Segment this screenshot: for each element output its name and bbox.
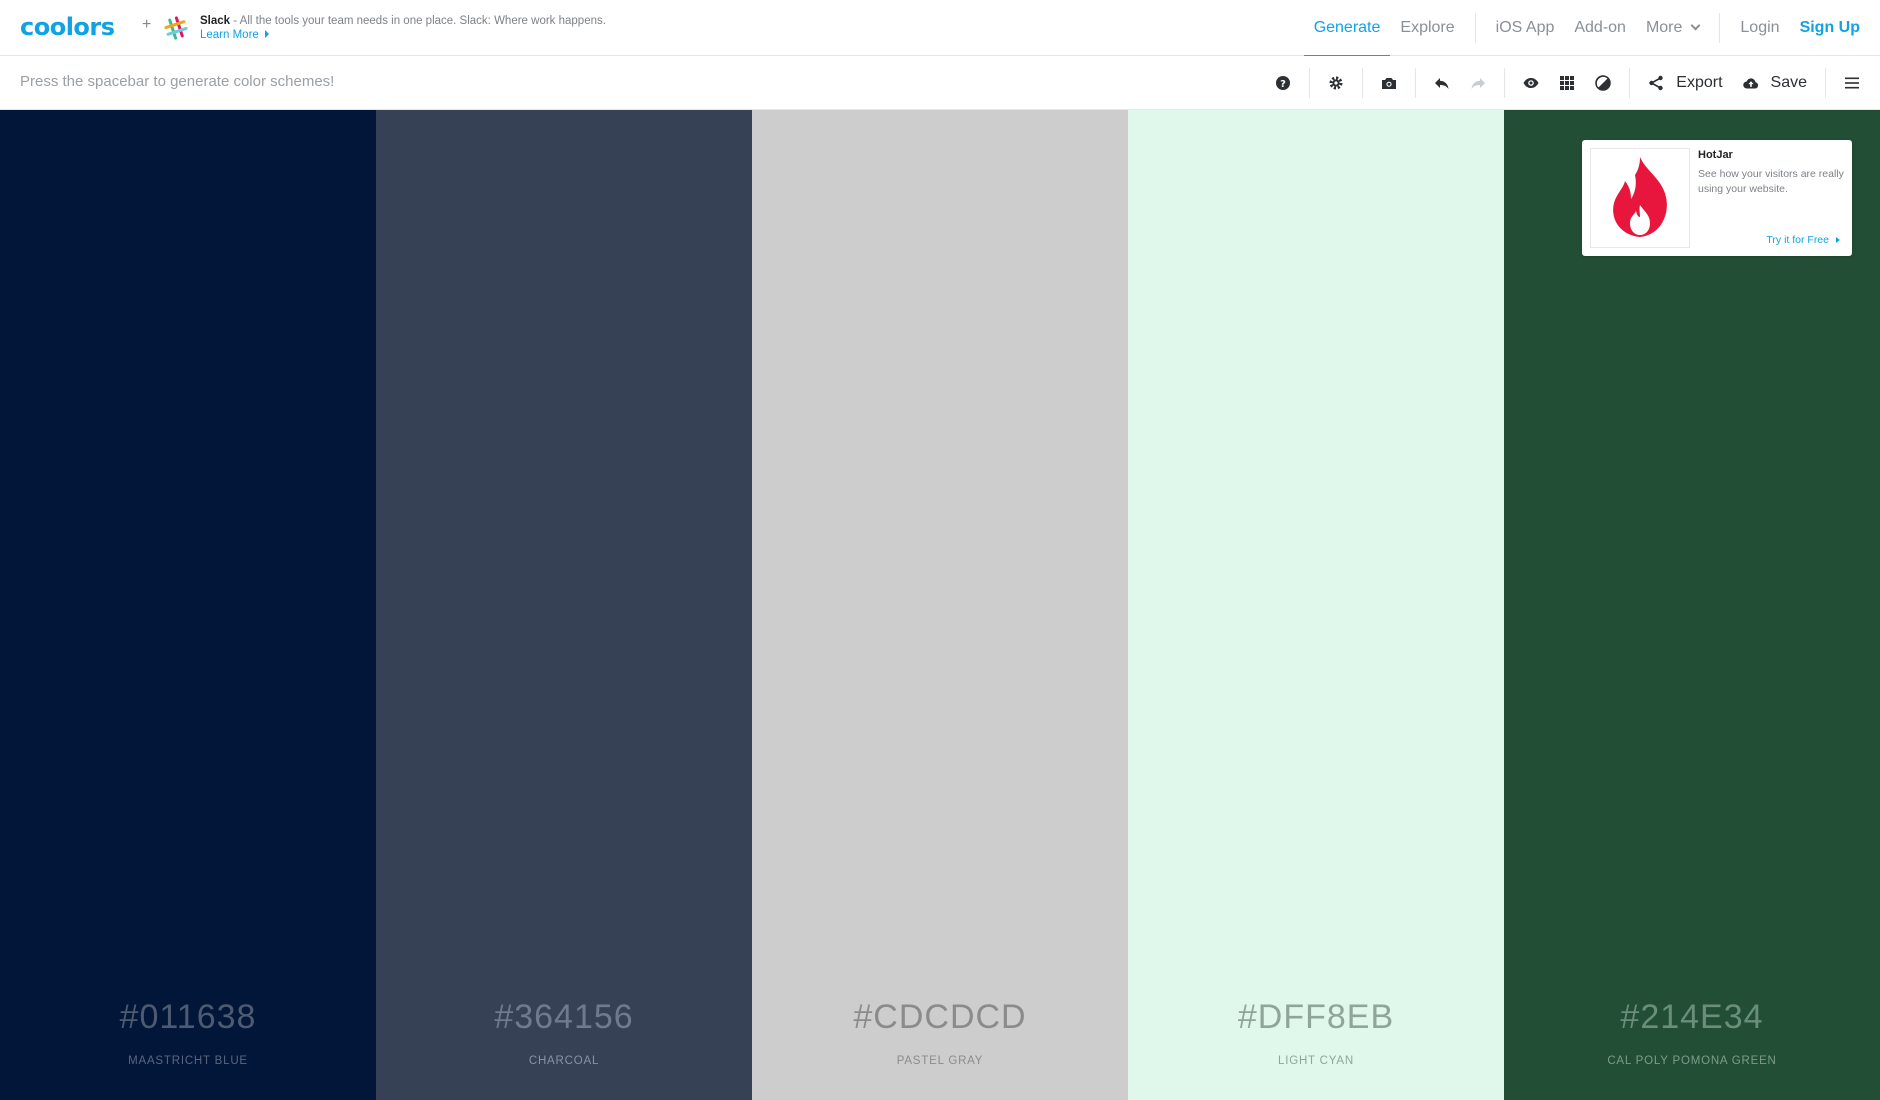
export-label: Export — [1676, 74, 1723, 91]
color-swatch[interactable]: #DFF8EB Light Cyan — [1128, 110, 1504, 1100]
nav-login[interactable]: Login — [1730, 0, 1789, 56]
learn-more-arrow-icon — [264, 30, 269, 38]
hex-code[interactable]: #DFF8EB — [1128, 998, 1504, 1037]
color-palette: #011638 Maastricht Blue #364156 Charcoal… — [0, 110, 1880, 1100]
color-name: Pastel Gray — [896, 1055, 984, 1067]
save-label: Save — [1770, 74, 1807, 91]
sponsor-text: - All the tools your team needs in one p… — [230, 15, 606, 27]
eye-icon — [1523, 78, 1539, 88]
nav-more-label: More — [1645, 19, 1683, 36]
svg-text:?: ? — [1280, 79, 1286, 90]
camera-icon — [1382, 78, 1397, 89]
spacebar-hint: Press the spacebar to generate color sch… — [20, 73, 335, 90]
gear-icon — [1329, 76, 1343, 90]
top-navbar: coolors + Slack - All the tools your tea… — [0, 0, 1880, 57]
grid-view-button[interactable] — [1549, 56, 1585, 110]
sponsor-name: Slack — [200, 15, 231, 27]
save-button[interactable]: Save — [1733, 56, 1817, 110]
hamburger-menu-icon — [1845, 77, 1859, 89]
main-nav: Generate Explore iOS App Add-on More Log… — [1303, 0, 1880, 57]
toolbar-divider — [1415, 68, 1417, 98]
hex-code[interactable]: #364156 — [376, 998, 752, 1037]
hotjar-ad-card[interactable]: HotJar See how your visitors are really … — [1582, 140, 1852, 256]
toolbar-divider — [1629, 68, 1631, 98]
color-name: Charcoal — [528, 1055, 600, 1067]
undo-icon — [1435, 78, 1449, 89]
redo-button[interactable] — [1460, 56, 1496, 110]
nav-sign-up[interactable]: Sign Up — [1790, 0, 1880, 56]
slack-logo-icon[interactable] — [164, 16, 188, 40]
ad-description: See how your visitors are really using y… — [1698, 168, 1844, 195]
hex-code[interactable]: #214E34 — [1504, 998, 1880, 1037]
adjust-palette-button[interactable] — [1585, 56, 1621, 110]
hex-code[interactable]: #CDCDCD — [752, 998, 1128, 1037]
nav-add-on[interactable]: Add-on — [1564, 0, 1636, 56]
help-button[interactable]: ? — [1265, 56, 1301, 110]
color-swatch[interactable]: #364156 Charcoal — [376, 110, 752, 1100]
hotjar-logo — [1590, 148, 1690, 248]
nav-generate[interactable]: Generate — [1303, 0, 1391, 57]
menu-button[interactable] — [1834, 56, 1880, 110]
learn-more-link[interactable]: Learn More — [200, 29, 259, 41]
color-name: Maastricht Blue — [128, 1055, 248, 1067]
export-button[interactable]: Export — [1638, 56, 1732, 110]
redo-icon — [1471, 78, 1486, 89]
color-swatch[interactable]: #011638 Maastricht Blue — [0, 110, 376, 1100]
color-swatch[interactable]: #214E34 Cal Poly Pomona Green — [1504, 110, 1880, 1100]
view-button[interactable] — [1513, 56, 1549, 110]
toolbar-divider — [1309, 68, 1311, 98]
undo-button[interactable] — [1424, 56, 1460, 110]
chevron-down-icon — [1690, 20, 1701, 31]
ad-title: HotJar — [1698, 149, 1733, 161]
toolbar: Press the spacebar to generate color sch… — [0, 56, 1880, 110]
nav-ios-app[interactable]: iOS App — [1486, 0, 1565, 56]
camera-button[interactable] — [1371, 56, 1407, 110]
toolbar-divider — [1825, 68, 1826, 98]
toolbar-actions: ? Export Save — [1265, 56, 1880, 110]
hex-code[interactable]: #011638 — [0, 998, 376, 1037]
share-icon — [1649, 75, 1663, 91]
coolors-logo[interactable]: coolors — [20, 13, 115, 41]
ad-cta-arrow-icon — [1836, 237, 1840, 243]
cloud-upload-icon — [1742, 78, 1758, 89]
color-name: Light Cyan — [1278, 1055, 1354, 1067]
sponsor-message: Slack - All the tools your team needs in… — [200, 14, 620, 42]
flame-icon — [1613, 157, 1667, 237]
grid-icon — [1560, 76, 1575, 90]
nav-explore[interactable]: Explore — [1390, 0, 1464, 56]
nav-more[interactable]: More — [1636, 0, 1709, 56]
plus-sign: + — [142, 16, 152, 33]
contrast-icon — [1595, 75, 1612, 91]
ad-cta-label: Try it for Free — [1766, 234, 1829, 246]
nav-divider — [1719, 13, 1721, 43]
ad-cta-link[interactable]: Try it for Free — [1766, 234, 1840, 246]
toolbar-divider — [1362, 68, 1364, 98]
color-name: Cal Poly Pomona Green — [1607, 1055, 1777, 1067]
toolbar-divider — [1504, 68, 1506, 98]
settings-button[interactable] — [1318, 56, 1354, 110]
help-icon: ? — [1276, 76, 1291, 90]
color-swatch[interactable]: #CDCDCD Pastel Gray — [752, 110, 1128, 1100]
nav-divider — [1474, 13, 1476, 43]
